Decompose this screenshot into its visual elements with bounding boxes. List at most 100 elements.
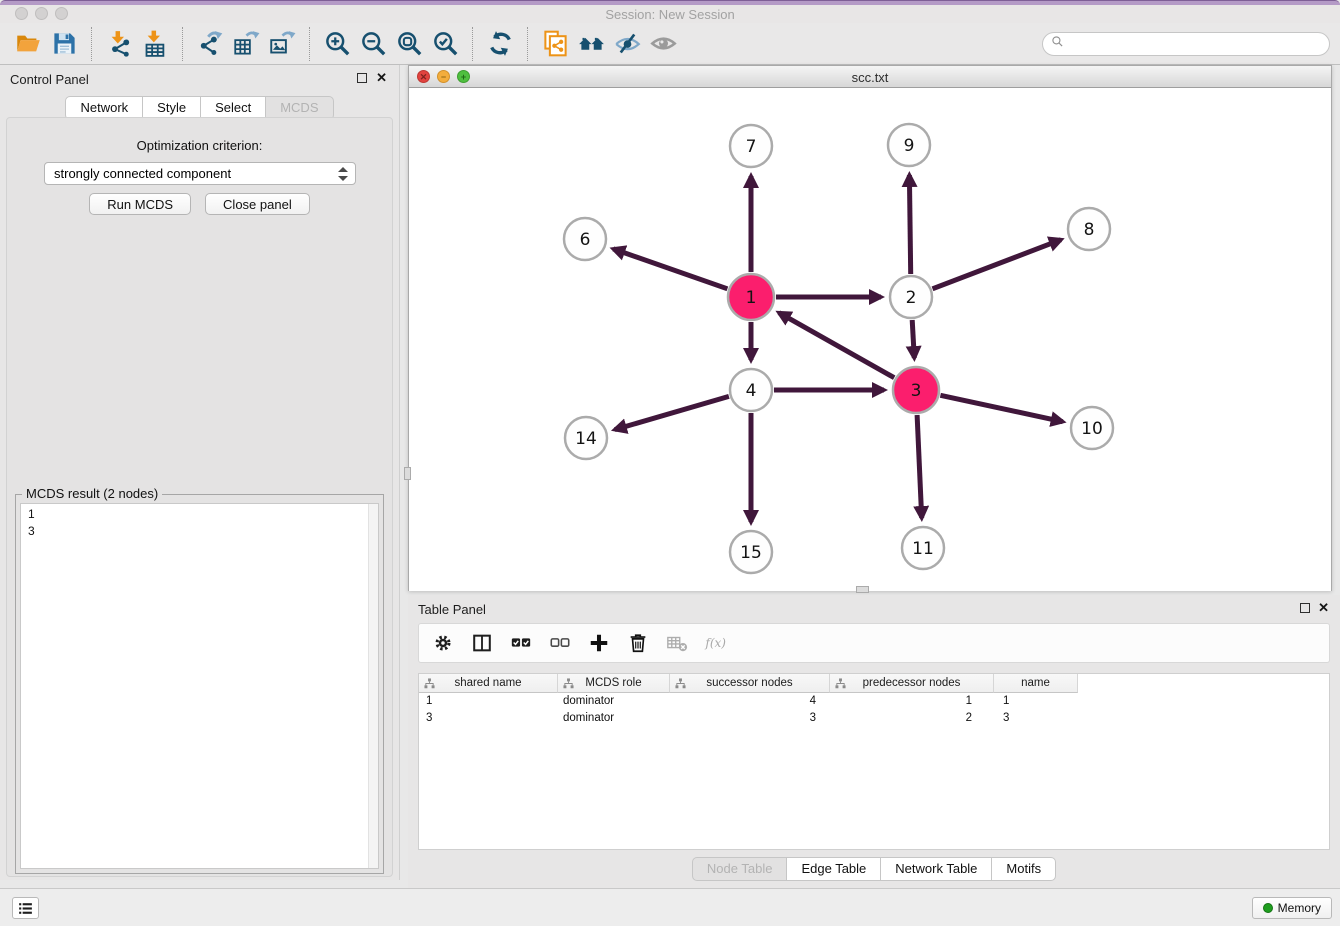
column-header-MCDS-role[interactable]: MCDS role [558, 674, 670, 693]
zoom-fit-icon[interactable] [391, 27, 427, 61]
table-cell[interactable]: 1 [419, 693, 558, 710]
edge-2-9[interactable] [909, 175, 910, 274]
table-header-row: shared nameMCDS rolesuccessor nodesprede… [419, 674, 1329, 693]
svg-text:f(x): f(x) [704, 636, 726, 650]
edge-3-1[interactable] [779, 313, 894, 378]
split-table-icon[interactable] [470, 631, 494, 655]
zoom-selected-icon[interactable] [427, 27, 463, 61]
edge-1-6[interactable] [613, 249, 727, 289]
table-cell[interactable]: 2 [830, 710, 994, 727]
tab-node-table[interactable]: Node Table [692, 857, 788, 881]
tab-network-table[interactable]: Network Table [880, 857, 992, 881]
column-header-shared-name[interactable]: shared name [419, 674, 558, 693]
table-cell[interactable]: 4 [670, 693, 830, 710]
column-header-successor-nodes[interactable]: successor nodes [670, 674, 830, 693]
gear-icon[interactable] [431, 631, 455, 655]
network-canvas[interactable]: 7968124314101511 [409, 88, 1331, 591]
dropdown-stepper-icon [338, 167, 348, 181]
select-columns-icon[interactable] [509, 631, 533, 655]
toolbar-separator [527, 27, 528, 61]
result-scrollbar[interactable] [368, 504, 378, 868]
table-cell[interactable]: 3 [994, 710, 1078, 727]
edge-2-3[interactable] [912, 320, 914, 358]
close-panel-button[interactable]: Close panel [205, 193, 310, 215]
status-bar: Memory [0, 888, 1340, 926]
node-label-1: 1 [746, 288, 757, 308]
column-header-icon [424, 678, 435, 689]
column-header-icon [835, 678, 846, 689]
table-cell[interactable]: dominator [558, 710, 670, 727]
table-panel-header: Table Panel ✕ [408, 595, 1340, 621]
network-graph: 7968124314101511 [409, 88, 1333, 591]
mcds-result-title: MCDS result (2 nodes) [22, 486, 162, 501]
edge-2-8[interactable] [933, 240, 1062, 289]
delete-column-icon[interactable] [626, 631, 650, 655]
search-icon [1051, 35, 1064, 53]
import-table-icon[interactable] [137, 27, 173, 61]
node-label-3: 3 [911, 381, 922, 401]
open-file-icon[interactable] [10, 27, 46, 61]
column-header-name[interactable]: name [994, 674, 1078, 693]
table-cell[interactable]: 1 [830, 693, 994, 710]
node-label-2: 2 [906, 288, 917, 308]
node-label-6: 6 [580, 230, 591, 250]
table-row[interactable]: 3dominator323 [419, 710, 1329, 727]
menu-list-icon[interactable] [12, 897, 39, 919]
column-header-icon [675, 678, 686, 689]
toolbar-separator [472, 27, 473, 61]
table-panel: Table Panel ✕ f(x) shared nameMCDS roles… [408, 595, 1340, 888]
close-panel-icon[interactable]: ✕ [1318, 601, 1329, 615]
vertical-splitter-grip[interactable] [404, 467, 411, 480]
float-panel-icon[interactable] [357, 73, 367, 83]
mcds-result-values: 1 3 [21, 504, 368, 868]
optimization-criterion-dropdown[interactable]: strongly connected component [44, 162, 356, 185]
memory-status-icon [1263, 903, 1273, 913]
import-network-icon[interactable] [101, 27, 137, 61]
tab-edge-table[interactable]: Edge Table [786, 857, 881, 881]
function-builder-icon: f(x) [704, 631, 728, 655]
table-cell[interactable]: 1 [994, 693, 1078, 710]
mcds-result-textarea[interactable]: 1 3 [20, 503, 379, 869]
control-panel-title: Control Panel [10, 72, 89, 87]
close-panel-icon[interactable]: ✕ [376, 71, 387, 85]
node-label-10: 10 [1081, 419, 1103, 439]
memory-button[interactable]: Memory [1252, 897, 1332, 919]
node-label-11: 11 [912, 539, 934, 559]
run-mcds-button[interactable]: Run MCDS [89, 193, 191, 215]
hide-graphics-details-icon[interactable] [609, 27, 645, 61]
edge-3-10[interactable] [940, 395, 1062, 421]
add-column-icon[interactable] [587, 631, 611, 655]
node-table: shared nameMCDS rolesuccessor nodesprede… [418, 673, 1330, 850]
export-image-icon[interactable] [264, 27, 300, 61]
node-label-9: 9 [904, 136, 915, 156]
column-header-icon [563, 678, 574, 689]
table-cell[interactable]: 3 [419, 710, 558, 727]
export-table-icon[interactable] [228, 27, 264, 61]
toolbar-separator [182, 27, 183, 61]
table-cell[interactable]: 3 [670, 710, 830, 727]
node-label-7: 7 [746, 137, 757, 157]
table-row[interactable]: 1dominator411 [419, 693, 1329, 710]
save-icon[interactable] [46, 27, 82, 61]
deselect-columns-icon[interactable] [548, 631, 572, 655]
export-network-icon[interactable] [192, 27, 228, 61]
search-box[interactable] [1042, 32, 1330, 56]
edge-4-14[interactable] [615, 396, 729, 429]
node-label-14: 14 [575, 429, 597, 449]
float-panel-icon[interactable] [1300, 603, 1310, 613]
duplicate-network-icon[interactable] [537, 27, 573, 61]
refresh-icon[interactable] [482, 27, 518, 61]
search-input[interactable] [1069, 37, 1321, 51]
table-cell[interactable]: dominator [558, 693, 670, 710]
mcds-tab-content: Optimization criterion: strongly connect… [6, 117, 393, 877]
horizontal-splitter-grip[interactable] [856, 586, 869, 593]
network-window-title: scc.txt [409, 70, 1331, 85]
zoom-in-icon[interactable] [319, 27, 355, 61]
tab-motifs[interactable]: Motifs [991, 857, 1056, 881]
column-header-predecessor-nodes[interactable]: predecessor nodes [830, 674, 994, 693]
control-panel: Control Panel ✕ NetworkStyleSelectMCDS O… [0, 65, 400, 880]
memory-label: Memory [1278, 901, 1321, 915]
zoom-out-icon[interactable] [355, 27, 391, 61]
networks-home-icon[interactable] [573, 27, 609, 61]
edge-3-11[interactable] [917, 415, 922, 518]
